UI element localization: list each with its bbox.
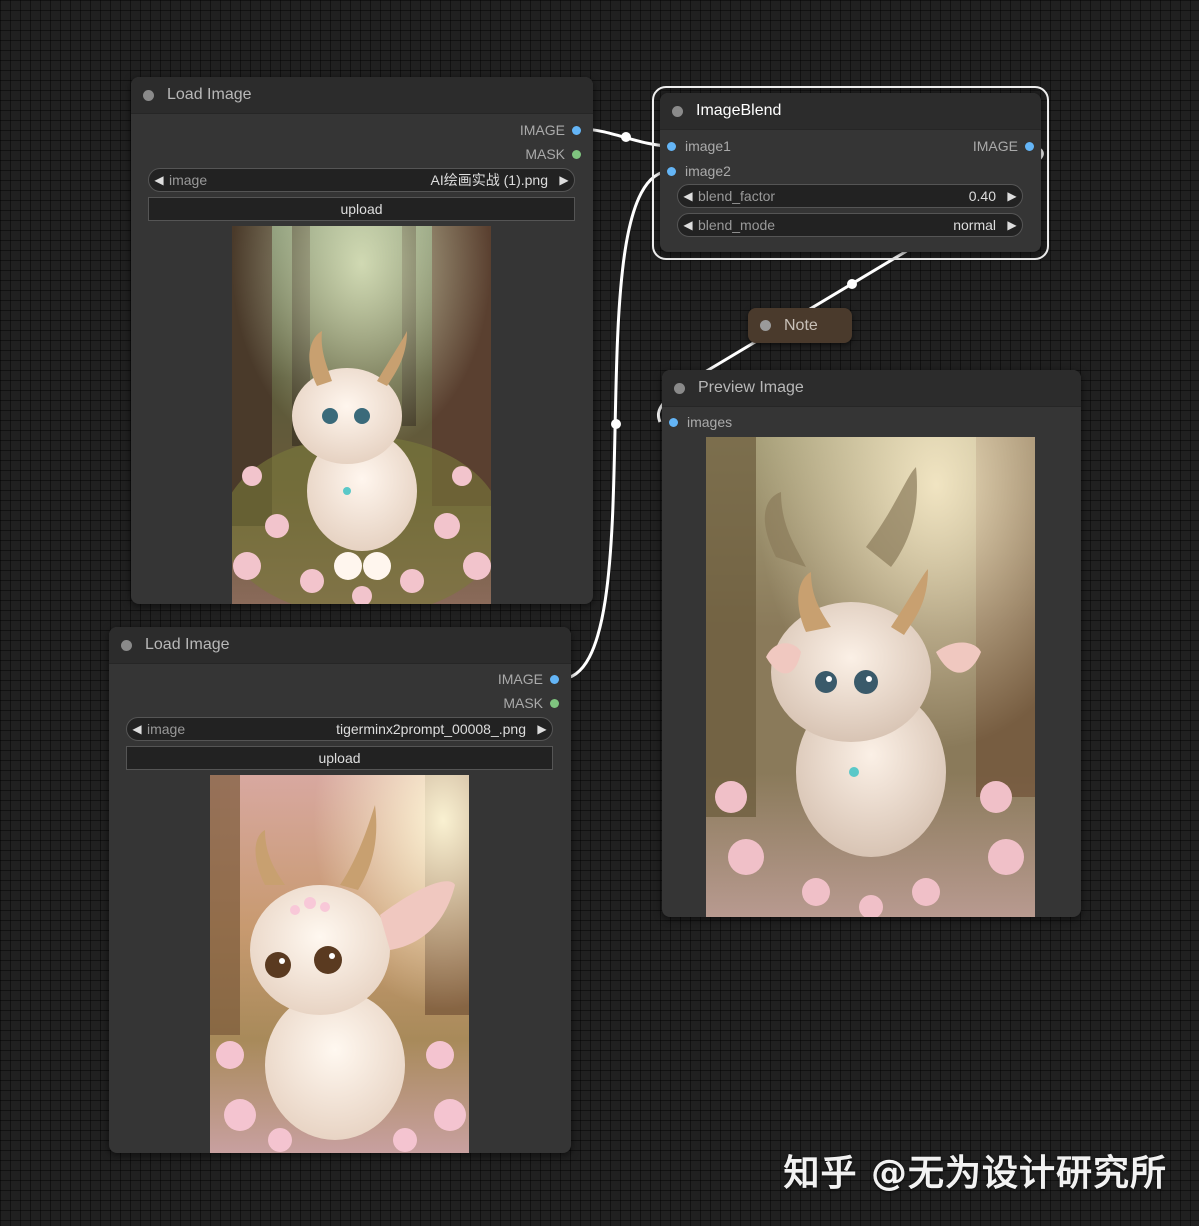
widget-value: tigerminx2prompt_00008_.png <box>336 721 526 737</box>
node-title: ImageBlend <box>696 102 782 119</box>
input-slot-image2[interactable]: image2 <box>667 161 731 181</box>
collapse-dot-icon[interactable] <box>121 639 132 651</box>
node-title: Load Image <box>145 636 230 653</box>
arrow-right-icon[interactable]: ▶ <box>1002 218 1022 232</box>
image-combo-widget[interactable]: ◀ image AI绘画实战 (1).png ▶ <box>148 168 575 192</box>
image-blend-node[interactable]: ImageBlend image1 image2 IMAGE ◀ blend_f… <box>660 93 1041 252</box>
collapse-dot-icon[interactable] <box>760 320 771 331</box>
output-dot-icon[interactable] <box>572 149 581 159</box>
output-dot-icon[interactable] <box>1025 141 1034 151</box>
output-slot-image[interactable]: IMAGE <box>520 120 581 140</box>
arrow-right-icon[interactable]: ▶ <box>554 173 574 187</box>
widget-value: AI绘画实战 (1).png <box>430 172 548 188</box>
note-node[interactable]: Note <box>748 308 852 343</box>
arrow-left-icon[interactable]: ◀ <box>127 722 147 736</box>
node-title: Note <box>784 316 818 334</box>
slot-label: IMAGE <box>519 122 565 138</box>
widget-label: blend_factor <box>698 188 776 204</box>
image-preview <box>210 775 469 1153</box>
slot-label: image1 <box>685 138 731 154</box>
arrow-right-icon[interactable]: ▶ <box>1002 189 1022 203</box>
node-title: Preview Image <box>698 379 804 396</box>
widget-value: 0.40 <box>968 188 996 204</box>
output-slot-mask[interactable]: MASK <box>503 693 559 713</box>
arrow-right-icon[interactable]: ▶ <box>532 722 552 736</box>
output-slot-image[interactable]: IMAGE <box>498 669 559 689</box>
widget-label: image <box>147 721 186 737</box>
node-title-bar[interactable]: Load Image <box>109 627 571 664</box>
node-title-bar[interactable]: ImageBlend <box>660 93 1041 130</box>
slot-label: MASK <box>525 146 565 162</box>
slot-label: IMAGE <box>497 671 543 687</box>
upload-button[interactable]: upload <box>126 746 553 770</box>
node-title: Load Image <box>167 86 252 103</box>
input-dot-icon[interactable] <box>669 417 678 427</box>
collapse-dot-icon[interactable] <box>672 105 683 117</box>
input-dot-icon[interactable] <box>667 141 676 151</box>
input-dot-icon[interactable] <box>667 166 676 176</box>
collapse-dot-icon[interactable] <box>143 89 154 101</box>
node-title-bar[interactable]: Load Image <box>131 77 593 114</box>
preview-image-node[interactable]: Preview Image images <box>662 370 1081 917</box>
output-slot-mask[interactable]: MASK <box>525 144 581 164</box>
arrow-left-icon[interactable]: ◀ <box>678 218 698 232</box>
output-slot-image[interactable]: IMAGE <box>973 136 1034 156</box>
output-dot-icon[interactable] <box>550 674 559 684</box>
widget-value: normal <box>953 217 996 233</box>
arrow-left-icon[interactable]: ◀ <box>678 189 698 203</box>
output-dot-icon[interactable] <box>550 698 559 708</box>
node-title-bar[interactable]: Preview Image <box>662 370 1081 407</box>
image-preview <box>706 437 1035 917</box>
slot-label: MASK <box>503 695 543 711</box>
input-slot-images[interactable]: images <box>669 412 732 432</box>
slot-label: images <box>687 414 733 430</box>
blend-factor-widget[interactable]: ◀ blend_factor 0.40 ▶ <box>677 184 1023 208</box>
widget-label: image <box>169 172 208 188</box>
output-dot-icon[interactable] <box>572 125 581 135</box>
watermark-text: 知乎 @无为设计研究所 <box>783 1153 1167 1194</box>
image-combo-widget[interactable]: ◀ image tigerminx2prompt_00008_.png ▶ <box>126 717 553 741</box>
blend-mode-widget[interactable]: ◀ blend_mode normal ▶ <box>677 213 1023 237</box>
upload-button[interactable]: upload <box>148 197 575 221</box>
load-image-node-2[interactable]: Load Image IMAGE MASK ◀ image tigerminx2… <box>109 627 571 1153</box>
slot-label: IMAGE <box>972 138 1018 154</box>
image-preview <box>232 226 491 604</box>
load-image-node-1[interactable]: Load Image IMAGE MASK ◀ image AI绘画实战 (1)… <box>131 77 593 604</box>
collapse-dot-icon[interactable] <box>674 382 685 394</box>
widget-label: blend_mode <box>698 217 776 233</box>
arrow-left-icon[interactable]: ◀ <box>149 173 169 187</box>
input-slot-image1[interactable]: image1 <box>667 136 731 156</box>
slot-label: image2 <box>685 163 731 179</box>
